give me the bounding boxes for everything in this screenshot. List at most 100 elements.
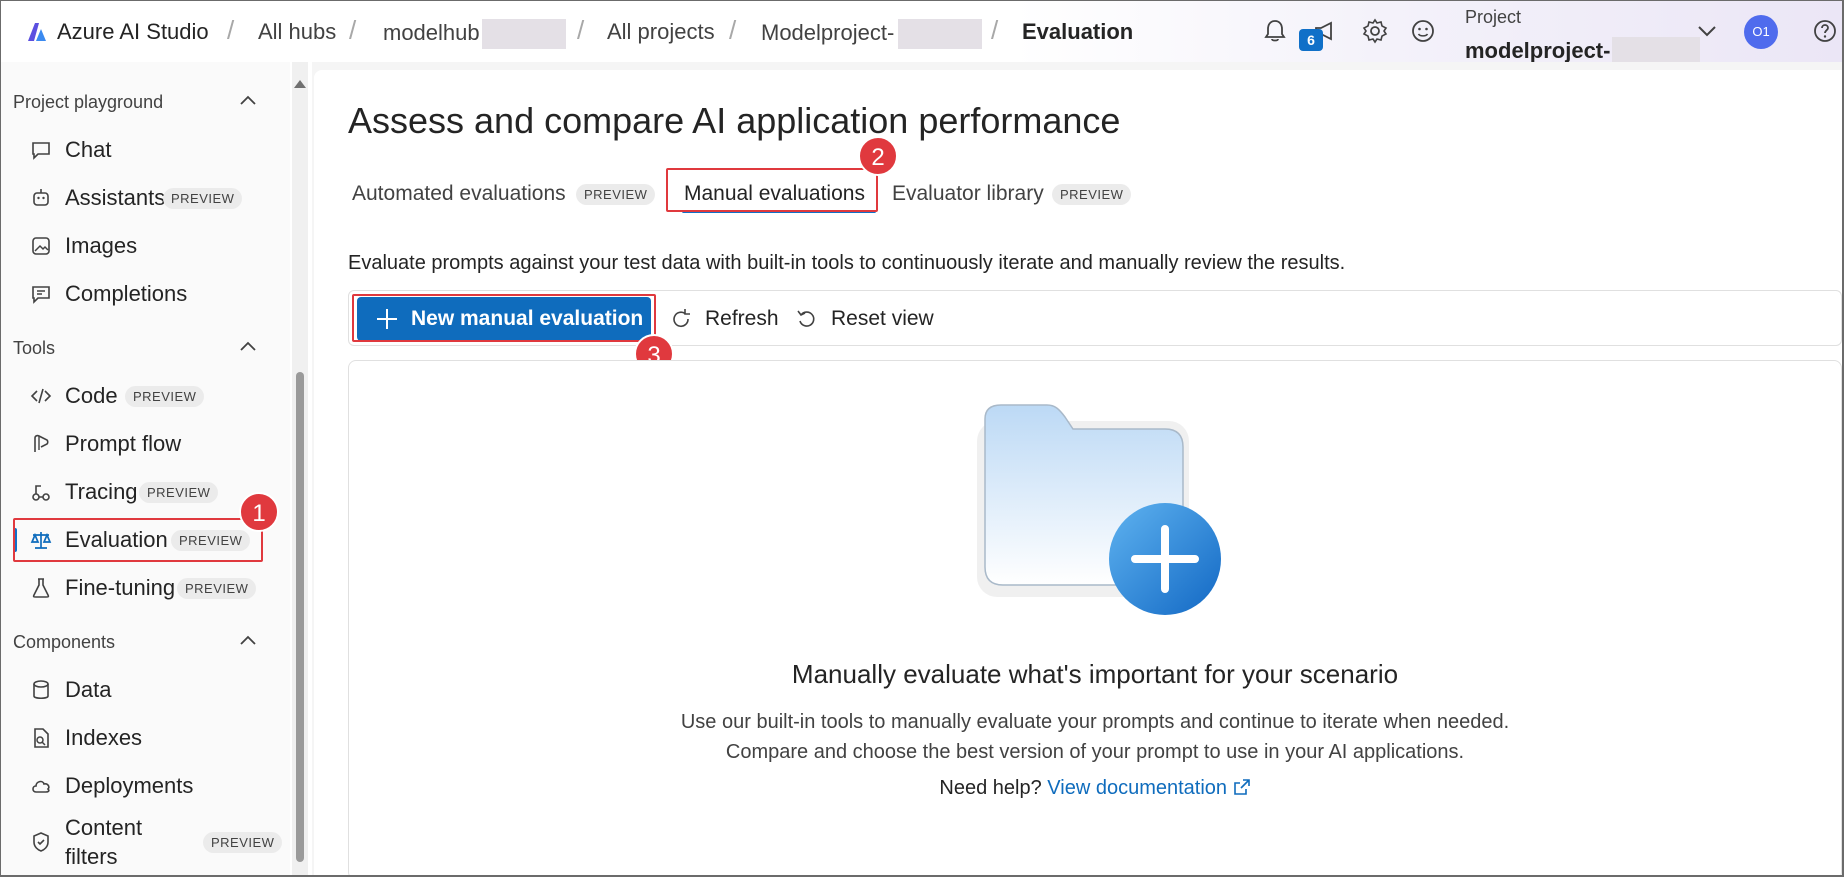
sidebar-item-assistants[interactable]: Assistants PREVIEW — [13, 176, 263, 220]
empty-state-line: Use our built-in tools to manually evalu… — [680, 711, 1510, 733]
notification-badge: 6 — [1299, 29, 1323, 51]
avatar[interactable]: O1 — [1744, 15, 1778, 49]
section-header-components[interactable]: Components — [13, 632, 115, 653]
sidebar-item-completions[interactable]: Completions — [13, 272, 263, 316]
breadcrumb-separator: / — [349, 15, 357, 45]
sidebar-item-tracing[interactable]: Tracing PREVIEW — [13, 470, 263, 514]
sidebar-item-label: Assistants — [65, 185, 166, 210]
preview-badge: PREVIEW — [576, 184, 656, 205]
sidebar-item-code[interactable]: Code PREVIEW — [13, 374, 263, 418]
sidebar-item-label: Data — [65, 677, 112, 702]
code-icon — [30, 388, 52, 404]
sidebar-item-indexes[interactable]: Indexes — [13, 716, 263, 760]
empty-state-title: Manually evaluate what's important for y… — [791, 659, 1399, 689]
scroll-up-icon[interactable] — [294, 80, 306, 88]
sidebar-item-label: Indexes — [65, 725, 143, 750]
sidebar-item-fine-tuning[interactable]: Fine-tuning PREVIEW — [13, 566, 263, 610]
project-label: Project — [1465, 7, 1522, 27]
tab-evaluator-library[interactable]: Evaluator library — [892, 182, 1044, 206]
breadcrumb-separator: / — [729, 15, 737, 45]
breadcrumb-all-hubs[interactable]: All hubs — [258, 19, 336, 45]
refresh-icon — [673, 309, 690, 327]
breadcrumb-current: Evaluation — [1022, 19, 1134, 44]
sidebar-item-prompt-flow[interactable]: Prompt flow — [13, 422, 263, 466]
preview-badge: PREVIEW — [203, 831, 283, 853]
section-header-tools[interactable]: Tools — [13, 338, 55, 359]
annotation-marker: 1 — [239, 492, 279, 532]
sidebar-item-label: Completions — [65, 281, 188, 306]
chevron-up-icon[interactable] — [237, 90, 259, 112]
help-prefix: Need help? — [939, 777, 1042, 799]
empty-state-card: Manually evaluate what's important for y… — [348, 360, 1842, 877]
refresh-button[interactable]: Refresh — [669, 297, 779, 341]
annotation-marker: 2 — [858, 136, 898, 176]
preview-badge: PREVIEW — [139, 481, 219, 503]
completions-icon — [32, 286, 50, 304]
sidebar-item-label: Code — [65, 383, 118, 408]
annotation-highlight — [352, 294, 656, 342]
chevron-up-icon[interactable] — [237, 630, 259, 652]
sidebar-item-label: Images — [65, 233, 138, 258]
top-bar: Azure AI Studio / All hubs / modelhub / … — [0, 0, 1844, 67]
breadcrumb-hub[interactable]: modelhub — [383, 19, 566, 49]
bell-icon[interactable] — [1261, 17, 1289, 45]
prompt-flow-icon — [34, 434, 49, 452]
section-header-project-playground[interactable]: Project playground — [13, 92, 163, 113]
breadcrumb-separator: / — [577, 15, 585, 45]
shield-icon — [33, 832, 49, 852]
sidebar-item-label: Chat — [65, 137, 112, 162]
azure-ai-logo-icon[interactable] — [25, 20, 49, 44]
sidebar-item-label: Fine-tuning — [65, 575, 176, 600]
database-icon — [33, 680, 49, 700]
annotation-highlight — [13, 518, 263, 562]
sidebar-item-chat[interactable]: Chat — [13, 128, 263, 172]
sidebar-item-label: Tracing — [65, 479, 138, 504]
view-documentation-link[interactable]: View documentation — [1047, 777, 1250, 799]
breadcrumb-all-projects[interactable]: All projects — [607, 19, 715, 45]
reset-view-button[interactable]: Reset view — [795, 297, 935, 341]
folder-add-illustration-icon — [977, 404, 1221, 615]
gear-icon[interactable] — [1361, 17, 1389, 45]
sidebar-item-data[interactable]: Data — [13, 668, 263, 712]
redacted-block — [481, 19, 566, 49]
main-area: Assess and compare AI application perfor… — [312, 62, 1844, 877]
help-row: Need help? View documentation — [349, 777, 1841, 800]
scroll-thumb[interactable] — [296, 372, 304, 862]
sidebar: Project playground Chat Assistants PREVI… — [0, 62, 290, 877]
help-icon[interactable] — [1811, 17, 1839, 45]
page-description: Evaluate prompts against your test data … — [348, 252, 1346, 274]
sidebar-scrollbar[interactable] — [292, 62, 308, 877]
chevron-down-icon[interactable] — [1693, 17, 1721, 45]
sidebar-item-label: Prompt flow — [65, 431, 182, 456]
images-icon — [32, 237, 50, 255]
undo-icon — [797, 310, 815, 327]
preview-badge: PREVIEW — [163, 187, 243, 209]
indexes-icon — [34, 728, 49, 748]
content-panel: Assess and compare AI application perfor… — [314, 70, 1842, 877]
chat-icon — [32, 142, 50, 160]
sidebar-item-images[interactable]: Images — [13, 224, 263, 268]
sidebar-item-label: Deployments — [65, 773, 194, 798]
redacted-block — [898, 19, 983, 49]
annotation-highlight — [666, 168, 878, 212]
brand-name[interactable]: Azure AI Studio — [57, 19, 209, 45]
smiley-icon[interactable] — [1409, 17, 1437, 45]
flask-icon — [32, 578, 50, 598]
breadcrumb-separator: / — [991, 15, 999, 45]
chevron-up-icon[interactable] — [237, 336, 259, 358]
preview-badge: PREVIEW — [1052, 184, 1132, 205]
sidebar-item-deployments[interactable]: Deployments — [13, 764, 263, 808]
sidebar-item-content-filters[interactable]: Content filters PREVIEW — [13, 812, 283, 872]
breadcrumb-separator: / — [227, 15, 235, 45]
button-label: Refresh — [705, 307, 779, 330]
button-label: Reset view — [831, 307, 934, 330]
assistant-icon — [33, 189, 49, 206]
tab-automated-evaluations[interactable]: Automated evaluations — [352, 182, 566, 206]
external-link-icon — [1233, 779, 1250, 795]
empty-state-description: Use our built-in tools to manually evalu… — [349, 707, 1841, 767]
empty-state-line: Compare and choose the best version of y… — [725, 741, 1465, 763]
preview-badge: PREVIEW — [177, 577, 257, 599]
tracing-icon — [32, 485, 50, 501]
breadcrumb-project[interactable]: Modelproject- — [761, 19, 983, 49]
page-title: Assess and compare AI application perfor… — [348, 100, 1121, 141]
